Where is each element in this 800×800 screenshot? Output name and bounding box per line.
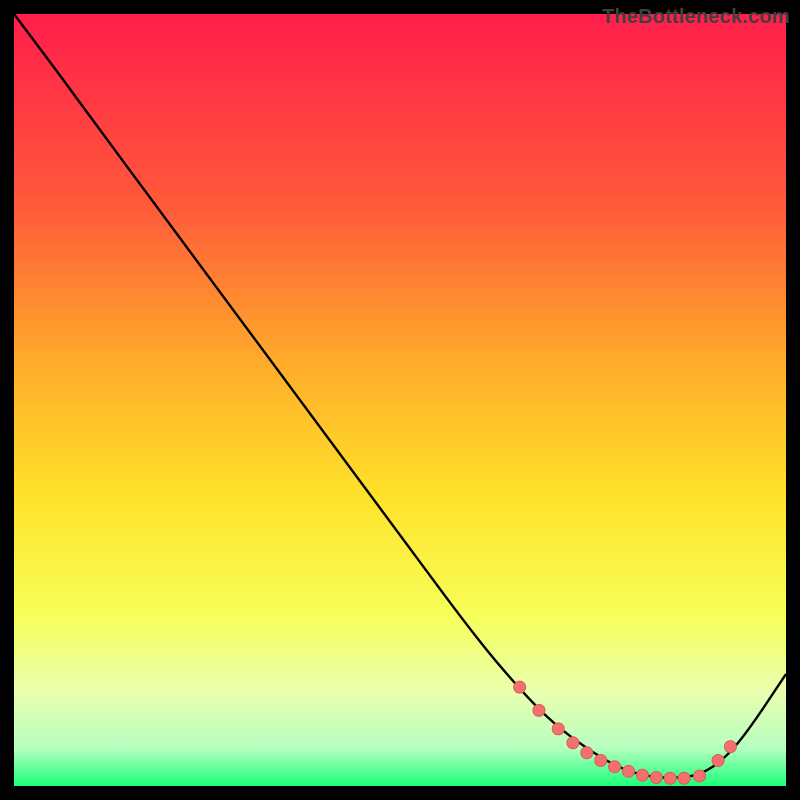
marker-point [712,755,724,767]
marker-point [636,769,648,781]
marker-point [678,772,690,784]
marker-point [724,741,736,753]
marker-point [552,723,564,735]
marker-point [533,704,545,716]
marker-point [595,755,607,767]
plot-background [14,14,786,786]
marker-point [623,765,635,777]
chart-svg [0,0,800,800]
marker-point [567,737,579,749]
marker-point [581,747,593,759]
marker-point [664,772,676,784]
chart-frame: TheBottleneck.com [0,0,800,800]
marker-point [694,770,706,782]
marker-point [609,761,621,773]
marker-point [650,772,662,784]
marker-point [514,681,526,693]
